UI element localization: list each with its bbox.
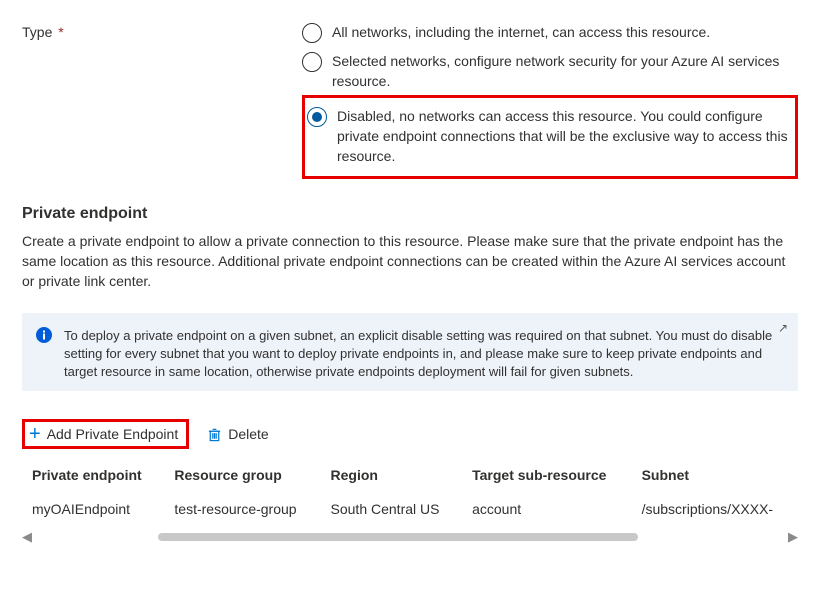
cell-private-endpoint: myOAIEndpoint	[22, 493, 164, 525]
plus-icon: +	[29, 426, 41, 442]
col-target-sub-resource[interactable]: Target sub-resource	[462, 459, 631, 493]
radio-circle-icon	[302, 23, 322, 43]
table-header-row: Private endpoint Resource group Region T…	[22, 459, 798, 493]
radio-selected-networks[interactable]: Selected networks, configure network sec…	[302, 47, 798, 95]
cell-resource-group: test-resource-group	[164, 493, 320, 525]
private-endpoint-heading: Private endpoint	[22, 205, 798, 223]
info-callout: ↗ To deploy a private endpoint on a give…	[22, 313, 798, 391]
radio-circle-icon	[302, 52, 322, 72]
type-radio-group: All networks, including the internet, ca…	[302, 18, 798, 179]
info-icon	[36, 327, 52, 343]
delete-button[interactable]: Delete	[199, 420, 276, 448]
col-subnet[interactable]: Subnet	[632, 459, 798, 493]
delete-label: Delete	[228, 426, 268, 442]
radio-selected-networks-label: Selected networks, configure network sec…	[332, 51, 798, 91]
horizontal-scrollbar[interactable]: ◀ ▶	[22, 529, 798, 545]
type-label: Type *	[22, 18, 302, 40]
trash-icon	[207, 427, 222, 442]
info-text: To deploy a private endpoint on a given …	[64, 327, 784, 381]
col-region[interactable]: Region	[321, 459, 463, 493]
radio-all-networks-label: All networks, including the internet, ca…	[332, 22, 710, 42]
col-private-endpoint[interactable]: Private endpoint	[22, 459, 164, 493]
external-link-icon[interactable]: ↗	[778, 321, 788, 335]
add-private-endpoint-button[interactable]: + Add Private Endpoint	[22, 419, 189, 449]
type-label-text: Type	[22, 24, 52, 40]
endpoint-toolbar: + Add Private Endpoint Delete	[22, 419, 798, 449]
private-endpoint-desc: Create a private endpoint to allow a pri…	[22, 231, 798, 291]
required-star: *	[58, 24, 63, 40]
scroll-thumb[interactable]	[158, 533, 638, 541]
highlight-box-disabled: Disabled, no networks can access this re…	[302, 95, 798, 179]
cell-target: account	[462, 493, 631, 525]
radio-circle-icon	[307, 107, 327, 127]
private-endpoints-table: Private endpoint Resource group Region T…	[22, 459, 798, 525]
cell-subnet: /subscriptions/XXXX-	[632, 493, 798, 525]
radio-disabled[interactable]: Disabled, no networks can access this re…	[307, 102, 789, 170]
radio-disabled-label: Disabled, no networks can access this re…	[337, 106, 789, 166]
scroll-right-icon[interactable]: ▶	[788, 529, 798, 545]
add-private-endpoint-label: Add Private Endpoint	[47, 426, 179, 442]
scroll-left-icon[interactable]: ◀	[22, 529, 32, 545]
scroll-track[interactable]	[38, 529, 782, 545]
radio-all-networks[interactable]: All networks, including the internet, ca…	[302, 18, 798, 47]
cell-region: South Central US	[321, 493, 463, 525]
table-row[interactable]: myOAIEndpoint test-resource-group South …	[22, 493, 798, 525]
col-resource-group[interactable]: Resource group	[164, 459, 320, 493]
